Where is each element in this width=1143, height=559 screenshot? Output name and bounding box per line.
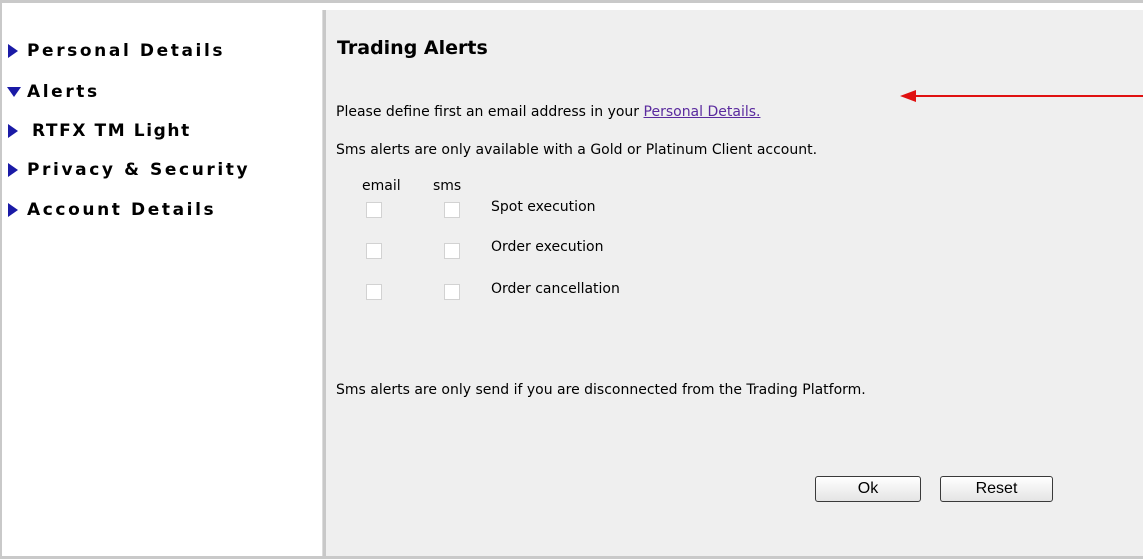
order-execution-label: Order execution (491, 239, 604, 255)
personal-details-link[interactable]: Personal Details. (644, 104, 761, 120)
email-notice-text: Please define first an email address in … (336, 104, 644, 120)
triangle-down-icon (7, 87, 21, 97)
sidebar-item-label: RTFX TM Light (32, 121, 191, 141)
sidebar-item-personal-details[interactable]: Personal Details (8, 40, 225, 62)
order-cancellation-email-checkbox[interactable] (366, 284, 382, 300)
sms-column-header: sms (433, 178, 462, 194)
triangle-right-icon (8, 124, 18, 138)
sidebar-item-label: Personal Details (27, 41, 226, 61)
sidebar-item-label: Account Details (27, 200, 217, 220)
trading-alerts-panel: Trading Alerts Please define first an em… (326, 10, 1143, 556)
sidebar-item-rtfx-light[interactable]: RTFX TM Light (8, 120, 191, 142)
email-column-header: email (362, 178, 401, 194)
email-notice: Please define first an email address in … (336, 104, 760, 120)
red-arrow-icon (900, 90, 1143, 102)
triangle-right-icon (8, 203, 18, 217)
order-execution-email-checkbox[interactable] (366, 243, 382, 259)
sidebar-item-account-details[interactable]: Account Details (8, 199, 216, 221)
spot-execution-email-checkbox[interactable] (366, 202, 382, 218)
reset-button[interactable]: Reset (940, 476, 1053, 502)
page-title: Trading Alerts (337, 37, 488, 59)
sidebar-item-label: Alerts (27, 82, 100, 102)
sidebar: Personal Details Alerts RTFX TM Light Pr… (2, 12, 322, 552)
sidebar-item-alerts[interactable]: Alerts (7, 81, 100, 103)
order-cancellation-sms-checkbox[interactable] (444, 284, 460, 300)
order-execution-sms-checkbox[interactable] (444, 243, 460, 259)
spot-execution-label: Spot execution (491, 199, 596, 215)
sms-notice: Sms alerts are only available with a Gol… (336, 142, 818, 158)
sidebar-item-privacy-security[interactable]: Privacy & Security (8, 159, 250, 181)
order-cancellation-label: Order cancellation (491, 281, 620, 297)
triangle-right-icon (8, 163, 18, 177)
spot-execution-sms-checkbox[interactable] (444, 202, 460, 218)
sidebar-item-label: Privacy & Security (27, 160, 251, 180)
triangle-right-icon (8, 44, 18, 58)
ok-button[interactable]: Ok (815, 476, 921, 502)
disconnect-notice: Sms alerts are only send if you are disc… (336, 382, 866, 398)
